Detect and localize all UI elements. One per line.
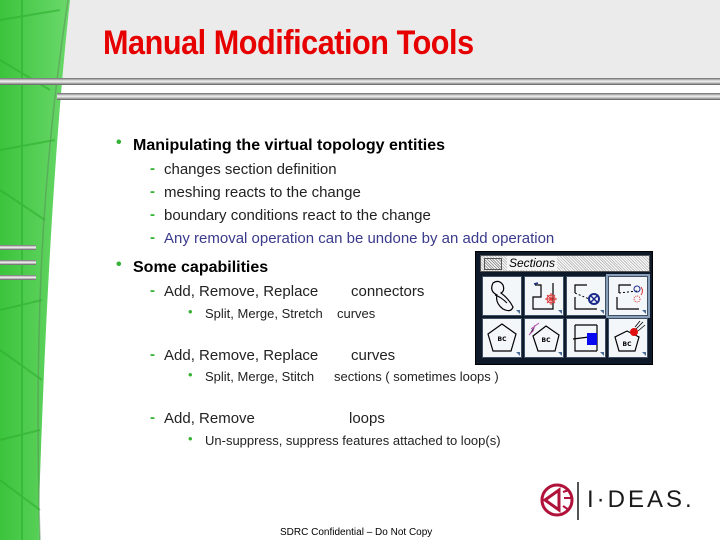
sidebar-pipe-2 [0,260,36,265]
capability-action: Add, Remove, Replace [164,283,319,300]
bullet-marker: • [116,256,122,273]
bullet-heading: Some capabilities [133,259,269,276]
dot-marker: • [188,304,193,319]
flyout-indicator [516,310,520,314]
dash-marker: - [150,409,155,426]
tool-boundary-condition-section[interactable]: BC [482,318,522,358]
dash-marker: - [150,160,155,177]
dot-marker: • [188,431,193,446]
palette-title: Sections [507,256,558,270]
capability-target: curves [351,347,396,364]
bullet-heading: Manipulating the virtual topology entiti… [133,137,446,154]
tool-remove-connector[interactable] [566,276,606,316]
palette-menu-box[interactable] [484,258,502,270]
ideas-logo-text: I·DEAS. [587,486,695,513]
capability-action: Add, Remove, Replace [164,347,319,364]
dash-marker: - [150,282,155,299]
bullet-marker: • [116,134,122,151]
sub-bullet: boundary conditions react to the change [164,207,431,224]
sections-palette: Sections BC BC BC [475,251,653,365]
confidential-footer: SDRC Confidential – Do Not Copy [280,527,433,538]
flyout-indicator [516,352,520,356]
sidebar-pipe-3 [0,275,36,280]
capability-detail-action: Split, Merge, Stretch [205,306,323,321]
capability-target: connectors [351,283,425,300]
header-divider-top [0,78,720,85]
tool-suppress-feature[interactable]: BC [608,318,648,358]
dash-marker: - [150,229,155,246]
tool-section-shape[interactable] [482,276,522,316]
flyout-indicator [558,352,562,356]
dot-marker: • [188,367,193,382]
flyout-indicator [642,352,646,356]
svg-text:BC: BC [623,341,633,348]
dash-marker: - [150,206,155,223]
capability-action: Add, Remove [164,410,255,427]
palette-titlebar[interactable]: Sections [480,255,650,272]
header-divider-bottom [57,93,720,100]
flyout-indicator [600,352,604,356]
ideas-logo: I·DEAS. [537,478,692,527]
tool-add-connector[interactable] [524,276,564,316]
tool-replace-connector[interactable] [606,274,650,318]
sub-bullet: changes section definition [164,161,337,178]
flyout-indicator [642,310,646,314]
dash-marker: - [150,183,155,200]
capability-detail-action: Split, Merge, Stitch [205,369,315,384]
capability-detail-target: sections ( sometimes loops ) [334,369,499,384]
flyout-indicator [600,310,604,314]
capability-detail-target: curves [337,306,376,321]
svg-text:BC: BC [542,337,552,344]
dash-marker: - [150,346,155,363]
slide-title: Manual Modification Tools [103,24,474,62]
sidebar-pipe-1 [0,245,36,250]
sub-bullet-emphasis: Any removal operation can be undone by a… [164,230,555,247]
tool-curve-boundary-condition[interactable]: BC [524,318,564,358]
tool-loop-fill[interactable] [566,318,606,358]
svg-text:BC: BC [498,336,508,343]
sub-bullet: meshing reacts to the change [164,184,361,201]
flyout-indicator [558,310,562,314]
capability-detail-action: Un-suppress, suppress features attached … [205,433,501,448]
capability-target: loops [349,410,385,427]
